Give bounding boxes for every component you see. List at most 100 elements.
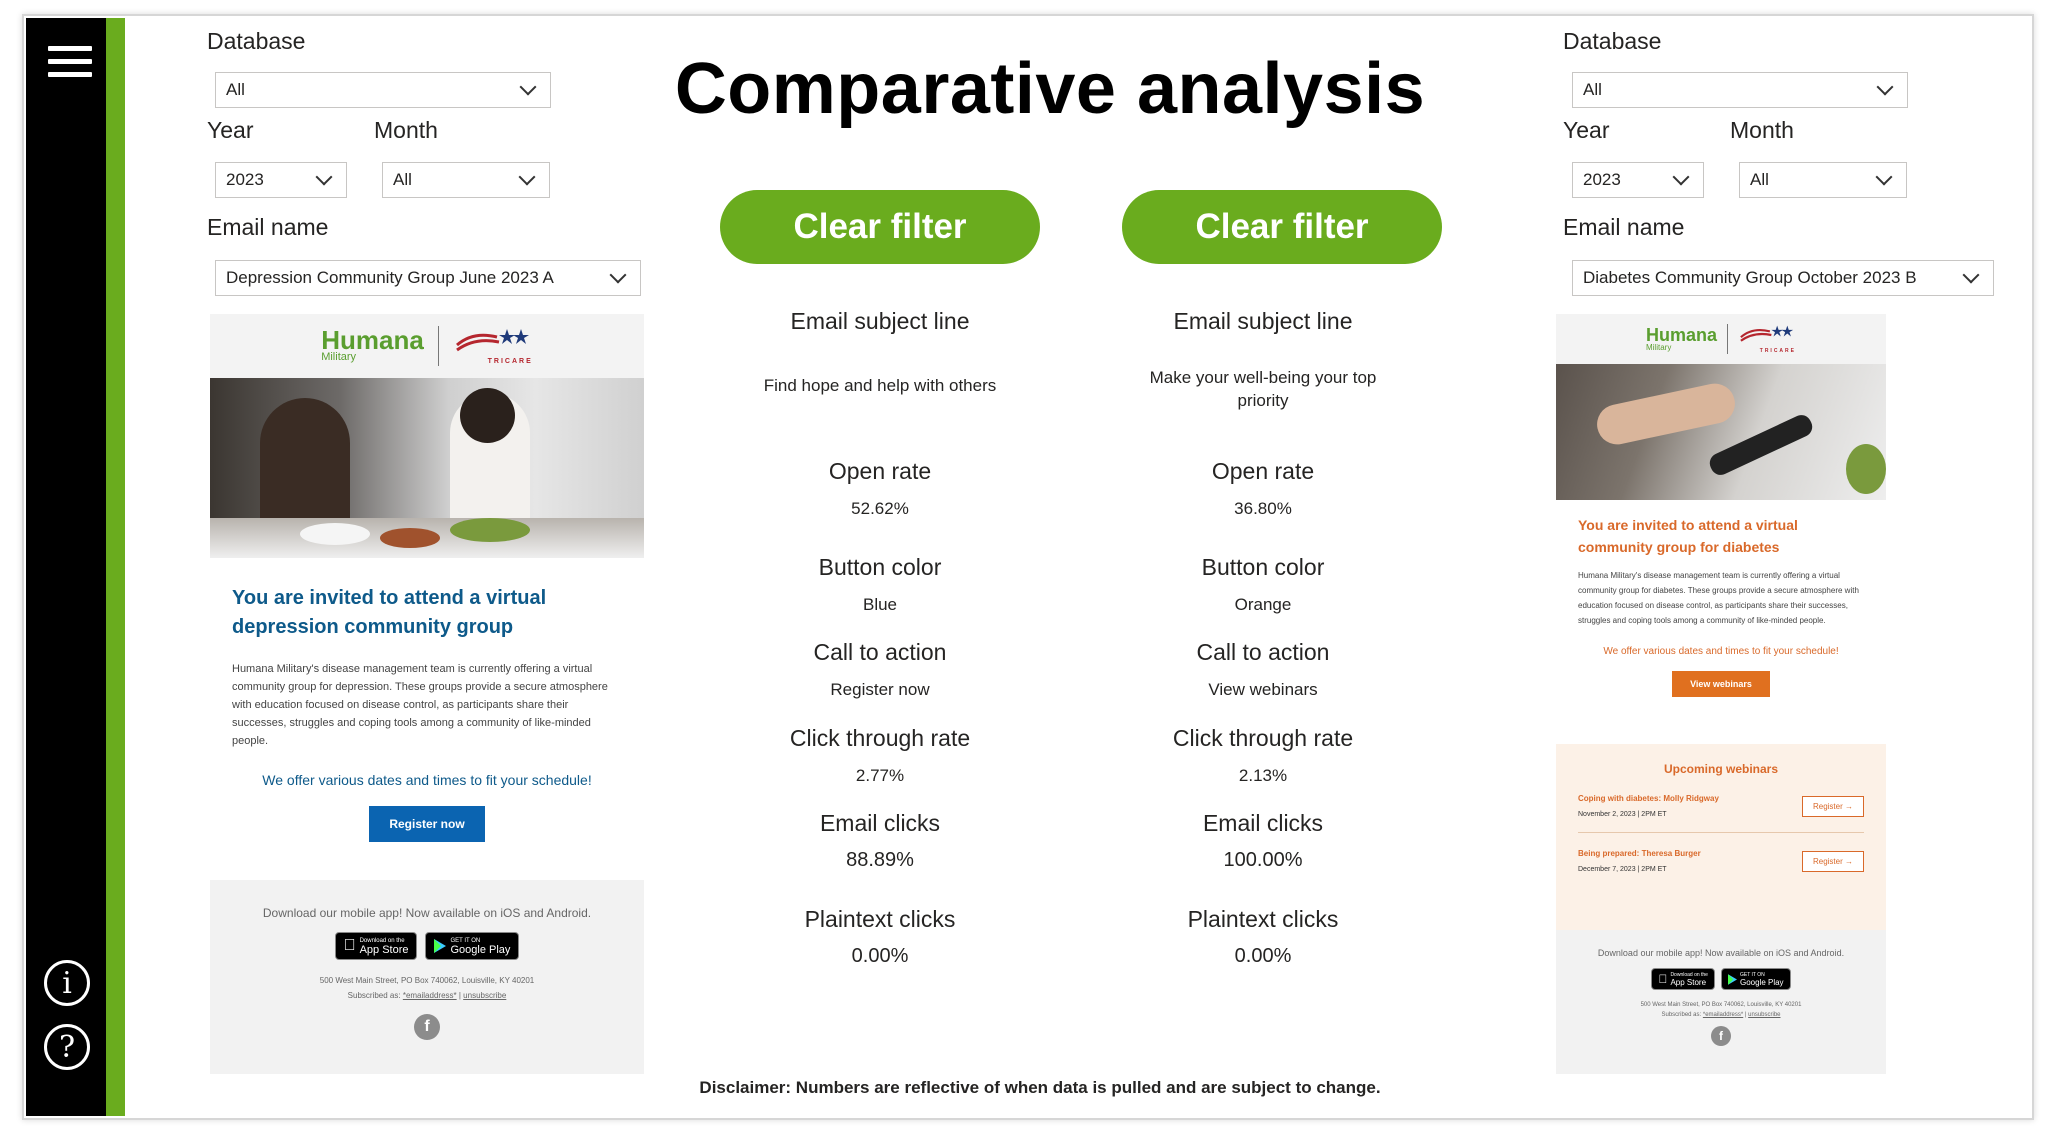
right-ctr-label: Click through rate [1172, 725, 1354, 751]
subscribed-label: Subscribed as: [347, 991, 401, 1000]
chevron-down-icon [609, 266, 627, 284]
right-cta-label: Call to action [1196, 639, 1330, 665]
left-email-headline: You are invited to attend a virtual depr… [232, 587, 547, 638]
tricare-logo: TRICARE [453, 327, 533, 365]
webinar-row: Being prepared: Theresa Burger December … [1578, 849, 1864, 873]
person-head [460, 388, 515, 443]
right-cta-card: Call to action View webinars [1103, 639, 1423, 700]
right-database-label: Database [1563, 28, 1662, 54]
left-year-dropdown[interactable]: 2023 [215, 162, 347, 198]
apple-icon:  [344, 937, 356, 955]
left-month-dropdown[interactable]: All [382, 162, 550, 198]
right-download-text: Download our mobile app! Now available o… [1597, 948, 1845, 958]
left-subject-value: Find hope and help with others [763, 376, 997, 395]
right-year-dropdown[interactable]: 2023 [1572, 162, 1704, 198]
left-cta-card: Call to action Register now [720, 639, 1040, 700]
left-hero-image [210, 378, 644, 558]
right-hero-image [1556, 364, 1886, 500]
arrow-right-icon: → [1845, 801, 1853, 811]
webinar-register-label: Register [1812, 801, 1843, 811]
apple-shape [1846, 444, 1886, 494]
app-store-badge[interactable]:  Download on theApp Store [1651, 968, 1715, 990]
left-email-body: You are invited to attend a virtual depr… [210, 558, 644, 880]
right-open-rate-card: Open rate 36.80% [1103, 458, 1423, 519]
webinar-date: November 2, 2023 | 2PM ET [1578, 811, 1667, 818]
right-email-name-dropdown[interactable]: Diabetes Community Group October 2023 B [1572, 260, 1994, 296]
google-play-icon [1727, 973, 1737, 985]
app-store-badge[interactable]:  Download on theApp Store [334, 932, 418, 960]
right-month-label: Month [1730, 117, 1794, 143]
right-button-color-label: Button color [1201, 554, 1325, 580]
email-address-link[interactable]: *emailaddress* [403, 991, 457, 1000]
unsubscribe-link[interactable]: unsubscribe [1748, 1012, 1780, 1018]
right-ctr-value: 2.13% [1238, 766, 1288, 785]
right-email-view-webinars-button[interactable]: View webinars [1672, 671, 1770, 697]
left-plaintext-card: Plaintext clicks 0.00% [720, 906, 1040, 968]
right-subject-value-card: Make your well-being your top priority [1143, 366, 1383, 412]
left-database-dropdown[interactable]: All [215, 72, 551, 108]
google-play-badge[interactable]: GET IT ON Google Play [1720, 968, 1791, 990]
unsubscribe-link[interactable]: unsubscribe [463, 991, 506, 1000]
left-email-clicks-value: 88.89% [846, 849, 914, 871]
left-cta-label: Call to action [813, 639, 947, 665]
webinar-register-button[interactable]: Register → [1801, 795, 1864, 817]
app-store-label: App Store [353, 944, 409, 956]
tricare-logo: TRICARE [1738, 324, 1796, 354]
webinar-register-button[interactable]: Register → [1801, 850, 1864, 872]
right-open-rate-value: 36.80% [1234, 499, 1292, 518]
right-email-clicks-card: Email clicks 100.00% [1103, 810, 1423, 872]
left-button-color-value: Blue [862, 595, 898, 614]
left-open-rate-value: 52.62% [851, 499, 909, 518]
right-email-schedule: We offer various dates and times to fit … [1603, 646, 1839, 657]
right-month-value: All [1750, 170, 1769, 189]
left-subscribed-line: Subscribed as: *emailaddress* | unsubscr… [347, 991, 507, 1000]
sidebar [26, 18, 106, 1116]
right-address: 500 West Main Street, PO Box 740062, Lou… [1640, 1002, 1802, 1008]
left-plaintext-value: 0.00% [851, 945, 909, 967]
google-play-badge[interactable]: GET IT ON Google Play [425, 932, 520, 960]
chevron-down-icon [1672, 168, 1690, 186]
facebook-icon[interactable]: f [1711, 1026, 1731, 1046]
help-icon[interactable]: ? [44, 1024, 90, 1070]
plate [380, 528, 440, 548]
facebook-icon[interactable]: f [414, 1014, 440, 1040]
right-year-value: 2023 [1583, 170, 1621, 189]
left-database-label: Database [207, 28, 306, 54]
info-icon[interactable]: i [44, 960, 90, 1006]
email-address-link[interactable]: *emailaddress* [1703, 1012, 1743, 1018]
right-plaintext-card: Plaintext clicks 0.00% [1103, 906, 1423, 968]
right-database-dropdown[interactable]: All [1572, 72, 1908, 108]
right-month-dropdown[interactable]: All [1739, 162, 1907, 198]
webinar-title: Coping with diabetes: Molly Ridgway [1578, 794, 1719, 803]
chevron-down-icon [315, 168, 333, 186]
right-clear-filter-button[interactable]: Clear filter [1122, 190, 1442, 264]
logo-divider [437, 326, 439, 366]
left-plaintext-label: Plaintext clicks [804, 906, 956, 932]
left-clear-filter-button[interactable]: Clear filter [720, 190, 1040, 264]
left-email-name-dropdown[interactable]: Depression Community Group June 2023 A [215, 260, 641, 296]
left-subject-label: Email subject line [790, 308, 970, 334]
right-email-footer: Download our mobile app! Now available o… [1556, 930, 1886, 1074]
chevron-down-icon [518, 168, 536, 186]
right-subject-card: Email subject line [1103, 308, 1423, 335]
right-ctr-card: Click through rate 2.13% [1103, 725, 1423, 786]
left-address: 500 West Main Street, PO Box 740062, Lou… [319, 976, 535, 985]
right-year-label: Year [1563, 117, 1610, 143]
hamburger-menu-icon[interactable] [48, 44, 92, 80]
right-email-name-label: Email name [1563, 214, 1685, 240]
left-email-clicks-card: Email clicks 88.89% [720, 810, 1040, 872]
google-play-label: Google Play [444, 944, 510, 956]
left-subject-value-card: Find hope and help with others [720, 376, 1040, 396]
app-store-label: App Store [1665, 978, 1706, 987]
left-email-name-value: Depression Community Group June 2023 A [226, 268, 554, 287]
left-database-value: All [226, 80, 245, 99]
left-open-rate-card: Open rate 52.62% [720, 458, 1040, 519]
page-title: Comparative analysis [674, 49, 1426, 129]
google-play-label: Google Play [1735, 978, 1784, 987]
subscribed-label: Subscribed as: [1661, 1012, 1702, 1018]
left-button-color-card: Button color Blue [720, 554, 1040, 615]
left-year-value: 2023 [226, 170, 264, 189]
right-email-clicks-label: Email clicks [1202, 810, 1324, 836]
left-email-register-button[interactable]: Register now [369, 806, 485, 842]
right-email-preview: Humana Military TRICARE You are invited … [1556, 314, 1886, 1074]
